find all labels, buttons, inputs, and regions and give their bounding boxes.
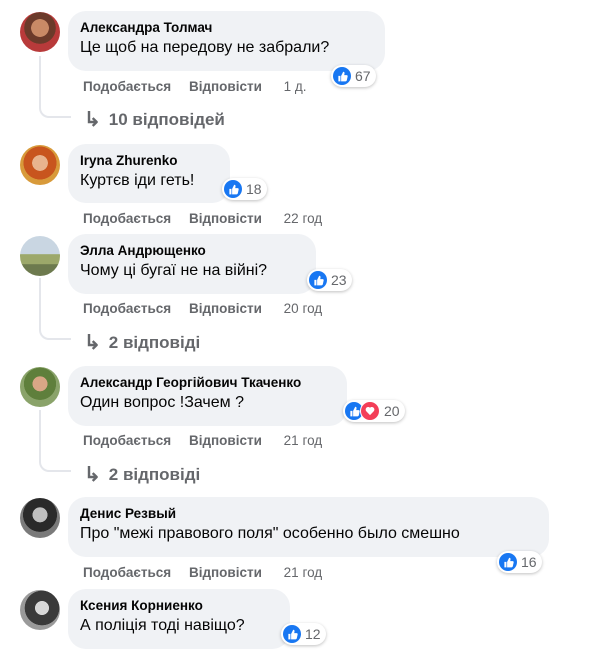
- reaction-count: 20: [384, 403, 400, 419]
- reply-link[interactable]: Відповісти: [189, 79, 262, 94]
- reply-link[interactable]: Відповісти: [189, 565, 262, 580]
- avatar[interactable]: [20, 367, 60, 407]
- reply-link[interactable]: Відповісти: [189, 433, 262, 448]
- view-replies-link[interactable]: ↳ 2 відповіді: [84, 462, 200, 487]
- thumbs-up-icon: [224, 180, 242, 198]
- reactions-badge[interactable]: 67: [331, 65, 376, 87]
- like-link[interactable]: Подобається: [83, 79, 171, 94]
- comment-text: Чому ці бугаї не на війні?: [80, 262, 268, 279]
- thread-line: [39, 278, 41, 330]
- comment-bubble: Александра Толмач Це щоб на передову не …: [68, 11, 385, 71]
- reply-arrow-icon: ↳: [84, 109, 101, 131]
- heart-icon: [360, 401, 380, 421]
- comment-actions: Подобається Відповісти 21 год: [83, 565, 336, 580]
- reply-link[interactable]: Відповісти: [189, 211, 262, 226]
- avatar[interactable]: [20, 12, 60, 52]
- avatar[interactable]: [20, 590, 60, 630]
- thumbs-up-icon: [309, 271, 327, 289]
- reactions-badge[interactable]: 12: [281, 623, 326, 645]
- reply-arrow-icon: ↳: [84, 332, 101, 354]
- replies-count-label: 2 відповіді: [108, 464, 201, 484]
- reaction-count: 67: [355, 68, 371, 84]
- comment-author[interactable]: Элла Андрющенко: [80, 242, 304, 260]
- comment-timestamp[interactable]: 21 год: [284, 433, 322, 448]
- comment-bubble: Александр Георгійович Ткаченко Один вопр…: [68, 366, 347, 426]
- comment-bubble: Денис Резвый Про "межі правового поля" о…: [68, 497, 549, 557]
- comment-timestamp[interactable]: 1 д.: [284, 79, 307, 94]
- comment-bubble: Элла Андрющенко Чому ці бугаї не на війн…: [68, 234, 316, 294]
- view-replies-link[interactable]: ↳ 10 відповідей: [84, 107, 225, 132]
- comment-actions: Подобається Відповісти 20 год: [83, 301, 336, 316]
- comment-text: Куртєв іди геть!: [80, 172, 195, 189]
- reactions-badge[interactable]: 20: [343, 400, 405, 422]
- comment-text: Один вопрос !Зачем ?: [80, 394, 245, 411]
- comment-timestamp[interactable]: 20 год: [284, 301, 322, 316]
- reply-link[interactable]: Відповісти: [189, 301, 262, 316]
- reply-arrow-icon: ↳: [84, 464, 101, 486]
- comment-bubble: Iryna Zhurenko Куртєв іди геть!: [68, 144, 230, 203]
- view-replies-link[interactable]: ↳ 2 відповіді: [84, 330, 200, 355]
- comment-text: А поліція тоді навіщо?: [80, 617, 245, 634]
- reaction-count: 16: [521, 554, 537, 570]
- replies-count-label: 10 відповідей: [108, 109, 225, 129]
- thumbs-up-icon: [283, 625, 301, 643]
- reaction-count: 18: [246, 181, 262, 197]
- comment-author[interactable]: Денис Резвый: [80, 505, 537, 523]
- thumbs-up-icon: [499, 553, 517, 571]
- reaction-count: 23: [331, 272, 347, 288]
- thread-curve: [39, 106, 71, 118]
- comment-timestamp[interactable]: 22 год: [284, 211, 322, 226]
- reactions-badge[interactable]: 16: [497, 551, 542, 573]
- reactions-badge[interactable]: 23: [307, 269, 352, 291]
- reactions-badge[interactable]: 18: [222, 178, 267, 200]
- thumbs-up-icon: [333, 67, 351, 85]
- avatar[interactable]: [20, 236, 60, 276]
- like-link[interactable]: Подобається: [83, 433, 171, 448]
- comment-actions: Подобається Відповісти 21 год: [83, 433, 336, 448]
- comment-actions: Подобається Відповісти 22 год: [83, 211, 336, 226]
- thread-curve: [39, 328, 71, 340]
- comment-author[interactable]: Iryna Zhurenko: [80, 152, 218, 170]
- comment-author[interactable]: Александра Толмач: [80, 19, 373, 37]
- like-link[interactable]: Подобається: [83, 301, 171, 316]
- thread-line: [39, 56, 41, 108]
- avatar[interactable]: [20, 498, 60, 538]
- comment-bubble: Ксения Корниенко А поліція тоді навіщо?: [68, 589, 290, 649]
- reaction-count: 12: [305, 626, 321, 642]
- comment-actions: Подобається Відповісти 1 д.: [83, 79, 321, 94]
- thread-line: [39, 410, 41, 462]
- comment-author[interactable]: Александр Георгійович Ткаченко: [80, 374, 335, 392]
- avatar[interactable]: [20, 145, 60, 185]
- thread-curve: [39, 460, 71, 472]
- replies-count-label: 2 відповіді: [108, 332, 201, 352]
- like-link[interactable]: Подобається: [83, 565, 171, 580]
- comment-text: Про "межі правового поля" особенно было …: [80, 525, 460, 542]
- comment-timestamp[interactable]: 21 год: [284, 565, 322, 580]
- comment-text: Це щоб на передову не забрали?: [80, 39, 330, 56]
- comment-author[interactable]: Ксения Корниенко: [80, 597, 278, 615]
- like-link[interactable]: Подобається: [83, 211, 171, 226]
